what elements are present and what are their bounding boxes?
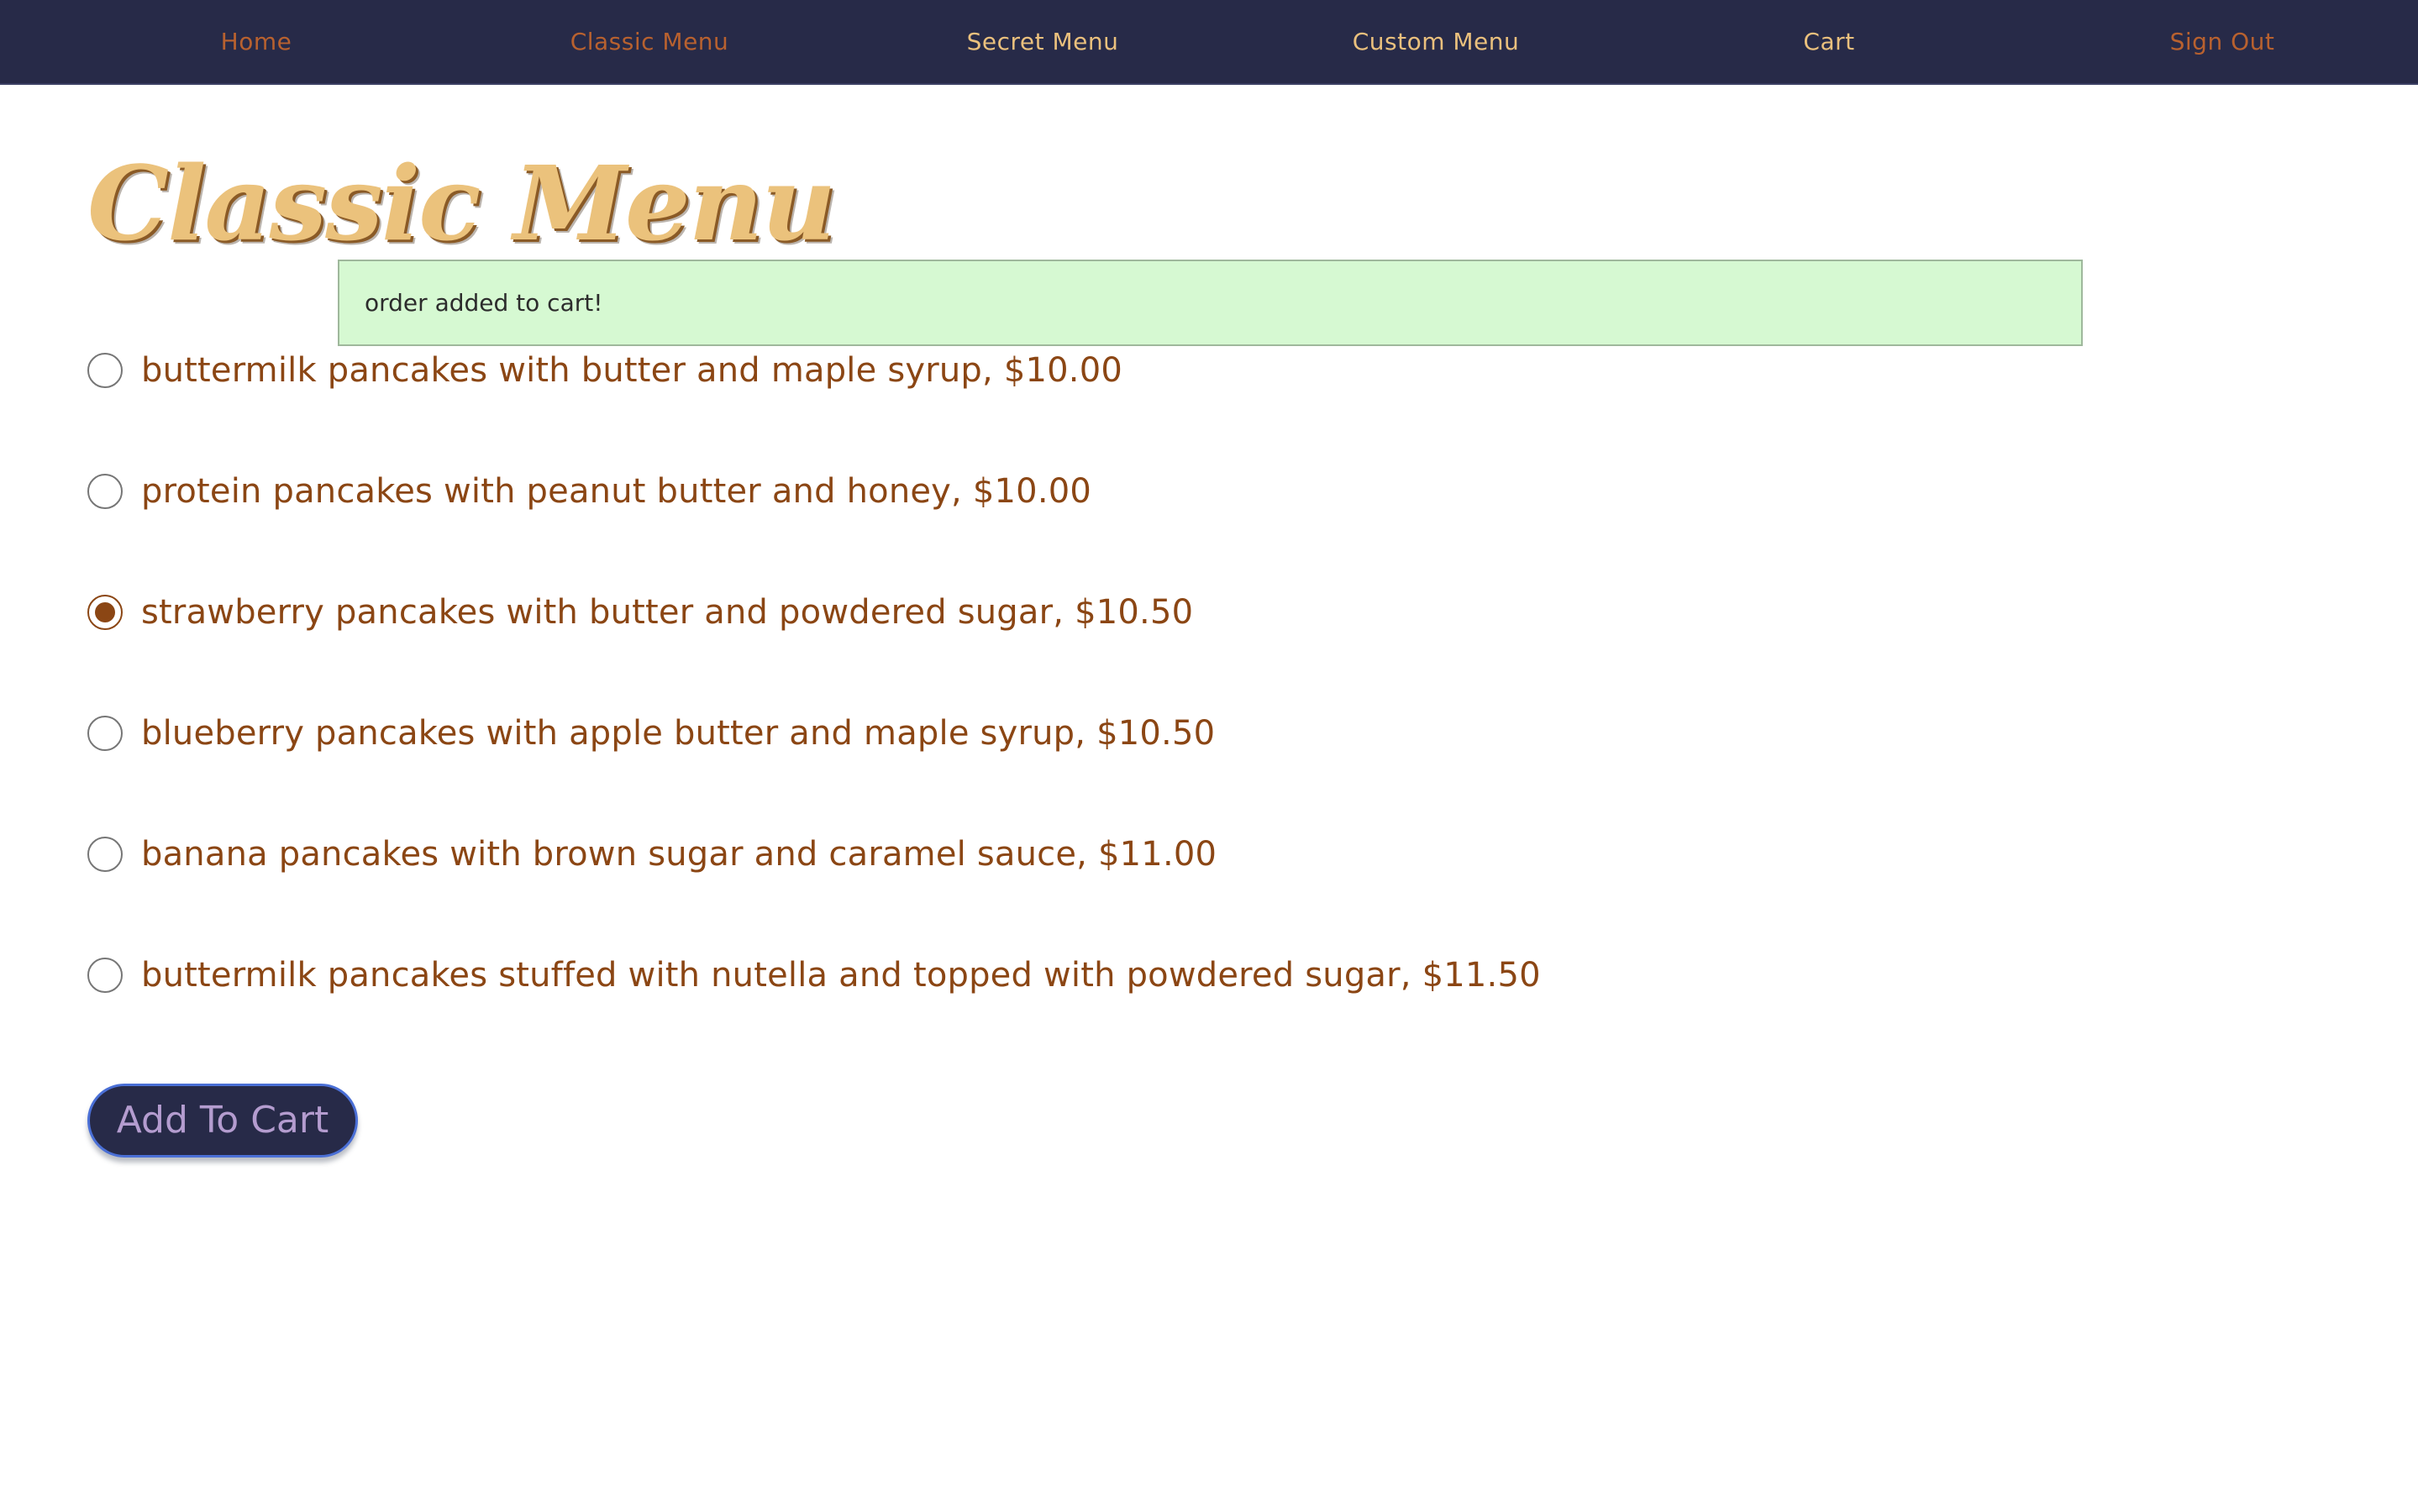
nav-classic-menu-link[interactable]: Classic Menu — [570, 0, 729, 83]
nav-sign-out-link[interactable]: Sign Out — [2170, 0, 2275, 83]
page-title: Classic Menu — [87, 143, 836, 264]
nav-custom-menu-link[interactable]: Custom Menu — [1353, 0, 1520, 83]
menu-option-label: strawberry pancakes with butter and powd… — [141, 593, 1194, 632]
radio-button[interactable] — [87, 958, 123, 993]
menu-option[interactable]: blueberry pancakes with apple butter and… — [87, 708, 1215, 759]
menu-option-label: buttermilk pancakes with butter and mapl… — [141, 351, 1123, 390]
radio-button[interactable] — [87, 716, 123, 751]
nav-cart-link[interactable]: Cart — [1803, 0, 1854, 83]
radio-button[interactable] — [87, 353, 123, 388]
menu-option[interactable]: banana pancakes with brown sugar and car… — [87, 829, 1217, 879]
top-navbar: Home Classic Menu Secret Menu Custom Men… — [0, 0, 2418, 85]
menu-option-label: blueberry pancakes with apple butter and… — [141, 714, 1216, 753]
nav-home-link[interactable]: Home — [221, 0, 292, 83]
menu-option[interactable]: buttermilk pancakes with butter and mapl… — [87, 345, 1122, 396]
nav-secret-menu-link[interactable]: Secret Menu — [967, 0, 1119, 83]
menu-option-label: banana pancakes with brown sugar and car… — [141, 835, 1217, 874]
radio-button-selected[interactable] — [87, 595, 123, 630]
menu-option[interactable]: protein pancakes with peanut butter and … — [87, 466, 1091, 517]
menu-option[interactable]: strawberry pancakes with butter and powd… — [87, 587, 1193, 638]
radio-button[interactable] — [87, 474, 123, 509]
menu-option[interactable]: buttermilk pancakes stuffed with nutella… — [87, 950, 1541, 1000]
flash-message: order added to cart! — [338, 260, 2083, 346]
menu-option-label: protein pancakes with peanut butter and … — [141, 472, 1092, 511]
radio-button[interactable] — [87, 837, 123, 872]
add-to-cart-button[interactable]: Add To Cart — [87, 1084, 358, 1158]
menu-option-label: buttermilk pancakes stuffed with nutella… — [141, 956, 1541, 995]
